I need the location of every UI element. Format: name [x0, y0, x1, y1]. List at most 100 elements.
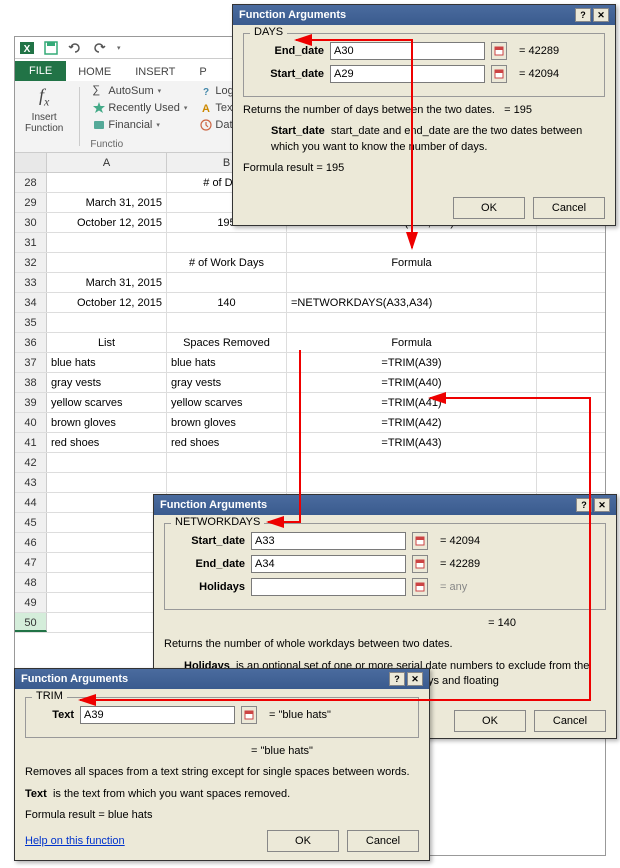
cell[interactable]	[167, 233, 287, 252]
end-date-input[interactable]	[251, 555, 406, 573]
cell[interactable]	[47, 173, 167, 192]
row-header[interactable]: 36	[15, 333, 47, 352]
close-button[interactable]: ✕	[594, 498, 610, 512]
dialog-title-bar[interactable]: Function Arguments ? ✕	[15, 669, 429, 689]
row-header[interactable]: 42	[15, 453, 47, 472]
cell[interactable]: brown gloves	[167, 413, 287, 432]
holidays-input[interactable]	[251, 578, 406, 596]
help-button[interactable]: ?	[575, 8, 591, 22]
cell[interactable]	[47, 533, 167, 552]
tab-file[interactable]: FILE	[15, 61, 66, 81]
close-button[interactable]: ✕	[593, 8, 609, 22]
row-header[interactable]: 44	[15, 493, 47, 512]
cell[interactable]	[47, 453, 167, 472]
redo-icon[interactable]	[91, 40, 107, 56]
cell[interactable]: blue hats	[47, 353, 167, 372]
cell[interactable]: October 12, 2015	[47, 293, 167, 312]
cell[interactable]	[287, 453, 537, 472]
row-header[interactable]: 47	[15, 553, 47, 572]
row-header[interactable]: 30	[15, 213, 47, 232]
row-header[interactable]: 39	[15, 393, 47, 412]
row-header[interactable]: 43	[15, 473, 47, 492]
help-button[interactable]: ?	[576, 498, 592, 512]
tab-home[interactable]: HOME	[66, 63, 123, 81]
row-header[interactable]: 41	[15, 433, 47, 452]
close-button[interactable]: ✕	[407, 672, 423, 686]
cell[interactable]: =TRIM(A42)	[287, 413, 537, 432]
dialog-title-bar[interactable]: Function Arguments ? ✕	[233, 5, 615, 25]
cell[interactable]	[167, 313, 287, 332]
dialog-title-bar[interactable]: Function Arguments ? ✕	[154, 495, 616, 515]
cell[interactable]: =NETWORKDAYS(A33,A34)	[287, 293, 537, 312]
cell[interactable]: List	[47, 333, 167, 352]
row-header[interactable]: 38	[15, 373, 47, 392]
cell[interactable]: Formula	[287, 253, 537, 272]
qat-customize-icon[interactable]: ▾	[117, 44, 121, 52]
cell[interactable]	[287, 473, 537, 492]
cell[interactable]	[47, 233, 167, 252]
cell[interactable]: March 31, 2015	[47, 273, 167, 292]
row-header[interactable]: 50	[15, 613, 47, 632]
tab-page[interactable]: P	[187, 63, 218, 81]
refedit-button[interactable]	[491, 65, 507, 83]
ok-button[interactable]: OK	[454, 710, 526, 732]
start-date-input[interactable]	[330, 65, 485, 83]
select-all-corner[interactable]	[15, 153, 47, 172]
cell[interactable]: red shoes	[47, 433, 167, 452]
recently-used-button[interactable]: Recently Used▾	[90, 100, 189, 116]
cell[interactable]	[287, 233, 537, 252]
row-header[interactable]: 37	[15, 353, 47, 372]
cancel-button[interactable]: Cancel	[534, 710, 606, 732]
row-header[interactable]: 49	[15, 593, 47, 612]
cell[interactable]	[167, 473, 287, 492]
financial-button[interactable]: Financial▾	[90, 117, 162, 133]
cell[interactable]: red shoes	[167, 433, 287, 452]
undo-icon[interactable]	[67, 40, 83, 56]
cell[interactable]: =TRIM(A41)	[287, 393, 537, 412]
ok-button[interactable]: OK	[267, 830, 339, 852]
cell[interactable]	[47, 473, 167, 492]
column-header-a[interactable]: A	[47, 153, 167, 172]
cell[interactable]	[287, 273, 537, 292]
cell[interactable]: yellow scarves	[167, 393, 287, 412]
cell[interactable]: October 12, 2015	[47, 213, 167, 232]
row-header[interactable]: 45	[15, 513, 47, 532]
cell[interactable]	[167, 453, 287, 472]
cancel-button[interactable]: Cancel	[347, 830, 419, 852]
cell[interactable]: Formula	[287, 333, 537, 352]
cell[interactable]	[47, 613, 167, 632]
tab-insert[interactable]: INSERT	[123, 63, 187, 81]
cell[interactable]	[47, 313, 167, 332]
insert-function-button[interactable]: fx InsertFunction	[19, 83, 69, 136]
cell[interactable]: blue hats	[167, 353, 287, 372]
cell[interactable]	[47, 553, 167, 572]
row-header[interactable]: 28	[15, 173, 47, 192]
row-header[interactable]: 29	[15, 193, 47, 212]
row-header[interactable]: 31	[15, 233, 47, 252]
row-header[interactable]: 48	[15, 573, 47, 592]
text-input[interactable]	[80, 706, 235, 724]
save-icon[interactable]	[43, 40, 59, 56]
start-date-input[interactable]	[251, 532, 406, 550]
cell[interactable]: # of Work Days	[167, 253, 287, 272]
refedit-button[interactable]	[241, 706, 257, 724]
end-date-input[interactable]	[330, 42, 485, 60]
cell[interactable]: =TRIM(A43)	[287, 433, 537, 452]
row-header[interactable]: 33	[15, 273, 47, 292]
cell[interactable]: March 31, 2015	[47, 193, 167, 212]
row-header[interactable]: 35	[15, 313, 47, 332]
cell[interactable]: =TRIM(A39)	[287, 353, 537, 372]
refedit-button[interactable]	[412, 532, 428, 550]
cell[interactable]	[47, 493, 167, 512]
help-button[interactable]: ?	[389, 672, 405, 686]
cell[interactable]: brown gloves	[47, 413, 167, 432]
row-header[interactable]: 34	[15, 293, 47, 312]
cell[interactable]: gray vests	[47, 373, 167, 392]
cell[interactable]: Spaces Removed	[167, 333, 287, 352]
cancel-button[interactable]: Cancel	[533, 197, 605, 219]
cell[interactable]	[287, 313, 537, 332]
cell[interactable]	[47, 593, 167, 612]
cell[interactable]	[167, 273, 287, 292]
cell[interactable]: 140	[167, 293, 287, 312]
ok-button[interactable]: OK	[453, 197, 525, 219]
